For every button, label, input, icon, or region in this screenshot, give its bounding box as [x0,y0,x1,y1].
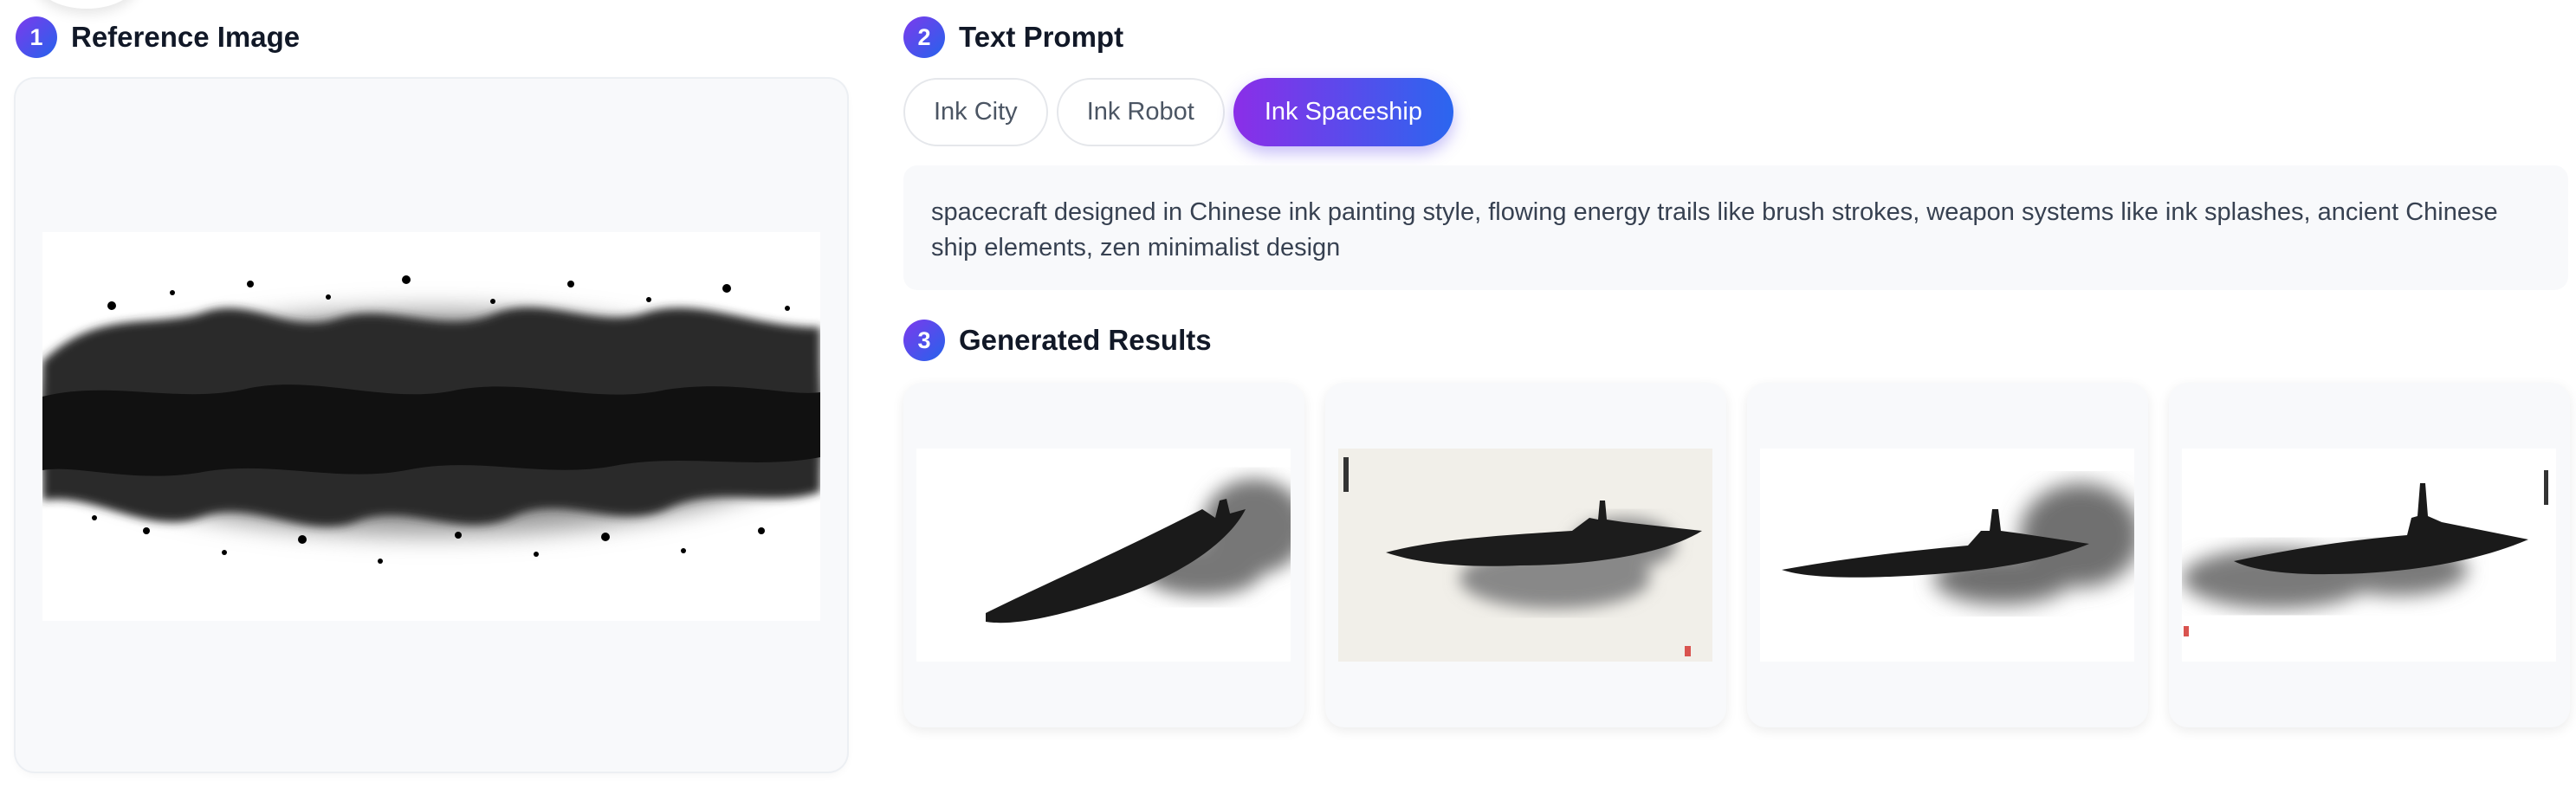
result-image-3 [1760,449,2134,662]
result-image-1 [916,449,1291,662]
result-image-4 [2182,449,2556,662]
result-image-2 [1338,449,1712,662]
results-grid [903,383,2570,727]
partial-avatar [35,0,139,9]
step-2-badge: 2 [903,16,945,58]
reference-image-title: Reference Image [71,21,301,53]
text-prompt-header: 2 Text Prompt [903,16,1123,58]
reference-image-header: 1 Reference Image [16,16,300,58]
reference-ink-image [42,232,820,621]
chip-ink-city[interactable]: Ink City [903,78,1048,146]
result-card-3[interactable] [1747,383,2148,727]
reference-image-panel[interactable] [16,79,847,772]
prompt-text-box[interactable]: spacecraft designed in Chinese ink paint… [903,165,2568,290]
step-3-badge: 3 [903,320,945,361]
generated-results-title: Generated Results [959,324,1212,356]
generated-results-header: 3 Generated Results [903,320,1212,361]
result-card-1[interactable] [903,383,1304,727]
result-card-4[interactable] [2169,383,2570,727]
chip-ink-robot[interactable]: Ink Robot [1056,78,1225,146]
text-prompt-title: Text Prompt [959,21,1124,53]
result-card-2[interactable] [1325,383,1726,727]
chip-ink-spaceship[interactable]: Ink Spaceship [1233,78,1453,146]
prompt-preset-chips: Ink City Ink Robot Ink Spaceship [903,78,1453,146]
step-1-badge: 1 [16,16,57,58]
